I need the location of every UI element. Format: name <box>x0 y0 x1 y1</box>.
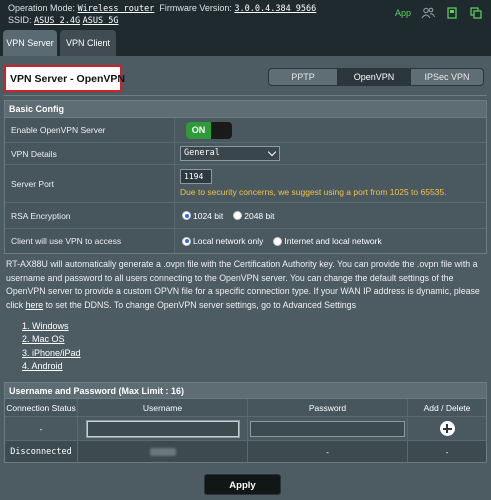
list-item[interactable]: 4. Android <box>22 360 81 373</box>
access-local-option[interactable]: Local network only <box>182 236 263 246</box>
col-password: Password <box>248 399 408 416</box>
list-item[interactable]: 2. Mac OS <box>22 333 81 346</box>
vpn-details-value: General <box>184 148 220 158</box>
table-header-row: Connection Status Username Password Add … <box>5 399 486 417</box>
tab-vpn-server[interactable]: VPN Server <box>3 30 57 56</box>
divider <box>4 95 487 96</box>
input-row-status: - <box>5 417 78 440</box>
top-icons: App <box>395 7 483 19</box>
server-port-label: Server Port <box>5 165 175 202</box>
tab-vpn-client[interactable]: VPN Client <box>60 30 116 56</box>
user-action: - <box>445 446 449 457</box>
access-internet-radio[interactable] <box>273 236 283 246</box>
row-client-access: Client will use VPN to access Local netw… <box>5 229 486 253</box>
description-part2: to set the DDNS. To change OpenVPN serve… <box>43 299 356 310</box>
row-rsa-encryption: RSA Encryption 1024 bit 2048 bit <box>5 203 486 229</box>
status-bar: Operation Mode: Wireless router Firmware… <box>0 0 491 28</box>
table-input-row: - <box>5 417 486 441</box>
add-icon[interactable] <box>439 421 455 436</box>
users-table: Username and Password (Max Limit : 16) C… <box>4 382 487 463</box>
row-server-port: Server Port 1194 Due to security concern… <box>5 165 486 203</box>
firmware-link[interactable]: 3.0.0.4.384_9566 <box>234 4 316 14</box>
server-port-hint: Due to security concerns, we suggest usi… <box>180 187 447 197</box>
user-name-redacted <box>149 447 176 456</box>
access-internet-option[interactable]: Internet and local network <box>273 236 382 246</box>
vpn-type-selector: PPTP OpenVPN IPSec VPN <box>268 68 484 86</box>
os-link-windows[interactable]: 1. Windows <box>22 321 69 331</box>
toggle-on-label: ON <box>186 122 211 139</box>
ssid-line: SSID: ASUS_2.4G ASUS_5G <box>8 15 118 26</box>
tab-ipsec-vpn[interactable]: IPSec VPN <box>410 68 484 86</box>
firmware-label: Firmware Version: <box>159 3 232 13</box>
user-status: Disconnected <box>5 441 78 462</box>
username-input[interactable] <box>85 419 240 438</box>
table-row: Disconnected - - <box>5 441 486 462</box>
client-access-label: Client will use VPN to access <box>5 229 175 253</box>
chevron-down-icon <box>267 147 277 157</box>
enable-server-toggle[interactable]: ON <box>186 122 232 139</box>
row-vpn-details: VPN Details General <box>5 143 486 165</box>
rsa-1024-option[interactable]: 1024 bit <box>182 211 223 221</box>
rsa-1024-radio[interactable] <box>182 211 191 220</box>
rsa-2048-option[interactable]: 2048 bit <box>233 210 275 221</box>
access-local-label: Local network only <box>193 236 264 246</box>
rsa-encryption-label: RSA Encryption <box>5 203 175 228</box>
enable-server-label: Enable OpenVPN Server <box>5 118 175 142</box>
os-list: 1. Windows 2. Mac OS 3. iPhone/iPad 4. A… <box>22 320 81 373</box>
users-table-header: Username and Password (Max Limit : 16) <box>5 383 486 399</box>
ssid-label: SSID: <box>8 15 32 25</box>
os-link-macos[interactable]: 2. Mac OS <box>22 334 65 344</box>
operation-mode-link[interactable]: Wireless router <box>78 4 155 14</box>
rsa-2048-radio[interactable] <box>233 211 243 220</box>
vpn-details-label: VPN Details <box>5 143 175 164</box>
page-title-box: VPN Server - OpenVPN <box>4 65 125 92</box>
tab-openvpn[interactable]: OpenVPN <box>338 68 410 86</box>
access-internet-label: Internet and local network <box>284 236 382 246</box>
rsa-1024-label: 1024 bit <box>193 210 224 221</box>
col-connection-status: Connection Status <box>5 399 78 416</box>
vpn-tabs: VPN Server VPN Client <box>0 30 491 56</box>
vpn-details-select[interactable]: General <box>180 146 280 161</box>
description-text: RT-AX88U will automatically generate a .… <box>6 258 486 312</box>
apply-button[interactable]: Apply <box>204 474 281 495</box>
col-add-delete: Add / Delete <box>423 402 471 413</box>
basic-config-table: Basic Config Enable OpenVPN Server ON VP… <box>4 100 487 254</box>
access-local-radio[interactable] <box>182 236 191 246</box>
usb-icon[interactable] <box>445 7 459 19</box>
tab-pptp[interactable]: PPTP <box>268 68 338 86</box>
ssid-5g[interactable]: ASUS_5G <box>83 16 119 26</box>
operation-mode-label: Operation Mode: <box>8 3 76 13</box>
server-port-input[interactable]: 1194 <box>180 169 212 184</box>
row-enable-server: Enable OpenVPN Server ON <box>5 118 486 143</box>
os-link-iphone[interactable]: 3. iPhone/iPad <box>22 348 81 358</box>
page-title: VPN Server - OpenVPN <box>10 73 125 85</box>
list-item[interactable]: 1. Windows <box>22 320 81 333</box>
ddns-link[interactable]: here <box>26 300 44 310</box>
basic-config-header: Basic Config <box>5 101 486 118</box>
copy-icon[interactable] <box>469 7 483 19</box>
password-input[interactable] <box>250 420 405 437</box>
user-password: - <box>248 441 408 462</box>
ssid-24g[interactable]: ASUS_2.4G <box>34 16 80 26</box>
os-link-android[interactable]: 4. Android <box>22 361 63 371</box>
people-icon[interactable] <box>421 7 435 19</box>
operation-mode-line: Operation Mode: Wireless router Firmware… <box>8 3 316 14</box>
col-username: Username <box>78 399 248 416</box>
list-item[interactable]: 3. iPhone/iPad <box>22 347 81 360</box>
main-panel: VPN Server - OpenVPN PPTP OpenVPN IPSec … <box>0 56 491 500</box>
rsa-2048-label: 2048 bit <box>244 210 275 221</box>
app-link[interactable]: App <box>395 8 411 18</box>
